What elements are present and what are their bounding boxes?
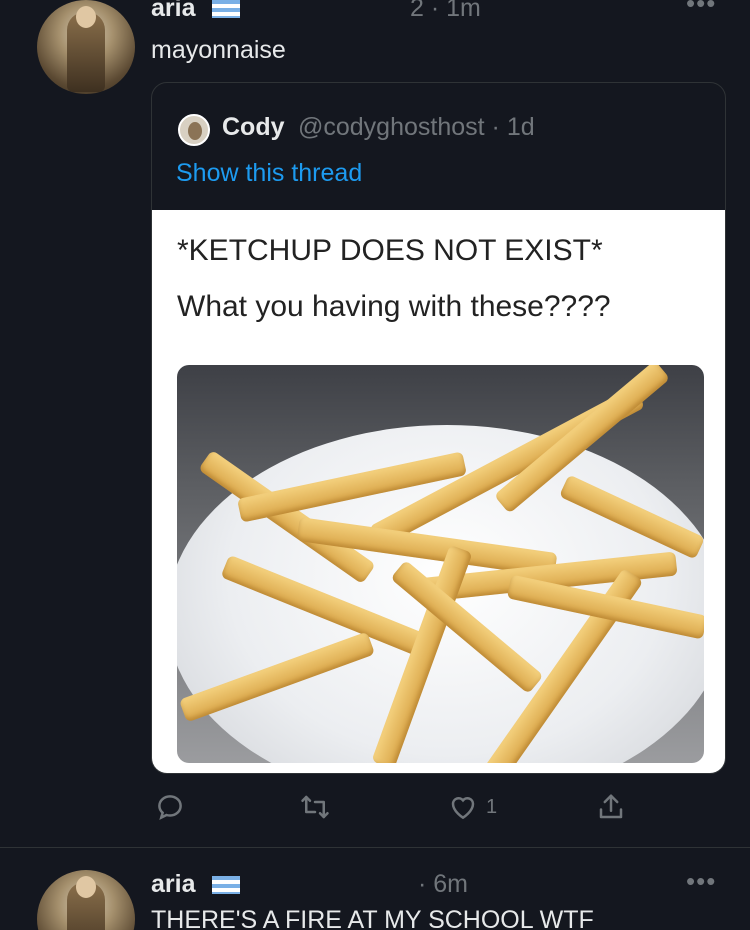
like-button[interactable]: 1 [448, 787, 497, 827]
tweet: aria · 6m ••• THERE'S A FIRE AT MY SCHOO… [0, 848, 750, 930]
reply-button[interactable] [155, 787, 185, 827]
meme-image[interactable]: *KETCHUP DOES NOT EXIST* What you having… [152, 210, 725, 773]
meme-caption-1: *KETCHUP DOES NOT EXIST* [177, 234, 603, 267]
meme-caption-2: What you having with these???? [177, 290, 611, 323]
timestamp[interactable]: · 6m [418, 870, 468, 899]
show-thread-link[interactable]: Show this thread [176, 159, 362, 188]
flag-icon [212, 876, 240, 894]
more-icon[interactable]: ••• [686, 0, 716, 19]
heart-icon [451, 797, 475, 820]
quote-author-name: Cody [222, 113, 285, 141]
avatar[interactable] [37, 870, 135, 930]
tweet-text: mayonnaise [151, 36, 286, 64]
fries-photo [177, 365, 704, 763]
avatar[interactable] [37, 0, 135, 94]
share-icon [599, 794, 623, 819]
quoted-tweet[interactable]: Cody @codyghosthost · 1d Show this threa… [151, 82, 726, 774]
display-name[interactable]: aria [151, 870, 195, 899]
retweet-icon [301, 795, 329, 819]
tweet-text: THERE'S A FIRE AT MY SCHOOL WTF [151, 906, 594, 930]
display-name[interactable]: aria [151, 0, 195, 23]
quote-handle: @codyghosthost · 1d [298, 113, 535, 141]
tweet-actions: 1 [0, 787, 750, 827]
reply-icon [158, 795, 182, 821]
more-icon[interactable]: ••• [686, 866, 716, 897]
quote-avatar [178, 114, 210, 146]
avatar-head [76, 6, 96, 28]
timestamp[interactable]: 2 · 1m [410, 0, 481, 23]
retweet-button[interactable] [300, 787, 330, 827]
like-count: 1 [486, 795, 498, 818]
tweet: aria 2 · 1m ••• mayonnaise Cody @codygho… [0, 0, 750, 848]
avatar-head [76, 876, 96, 898]
share-button[interactable] [596, 787, 626, 827]
flag-icon [212, 0, 240, 18]
